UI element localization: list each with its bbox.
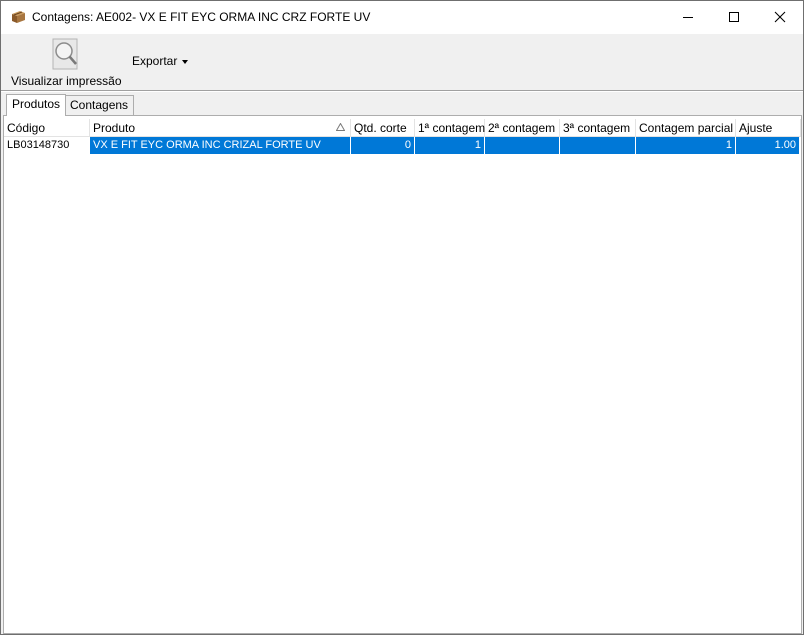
column-header-ajuste[interactable]: Ajuste (736, 119, 801, 137)
cell-contagem-1[interactable]: 1 (415, 137, 485, 154)
sort-ascending-icon (336, 123, 345, 131)
maximize-icon (729, 12, 739, 22)
column-header-contagem-1[interactable]: 1ª contagem (415, 119, 485, 137)
column-header-contagem-parcial[interactable]: Contagem parcial (636, 119, 736, 137)
toolbar-divider-highlight (1, 91, 803, 92)
print-preview-button[interactable]: Visualizar impressão (11, 37, 122, 89)
column-header-contagem-3[interactable]: 3ª contagem (560, 119, 636, 137)
cell-codigo[interactable]: LB03148730 (4, 137, 90, 154)
cell-contagem-3[interactable] (560, 137, 636, 154)
minimize-icon (683, 17, 693, 18)
export-dropdown[interactable]: Exportar (132, 54, 189, 70)
column-header-qtd-corte[interactable]: Qtd. corte (351, 119, 415, 137)
cell-contagem-2[interactable] (485, 137, 560, 154)
table-row[interactable]: LB03148730 VX E FIT EYC ORMA INC CRIZAL … (4, 137, 801, 154)
maximize-button[interactable] (711, 1, 757, 33)
tab-contagens[interactable]: Contagens (64, 95, 135, 115)
products-grid[interactable]: Código Produto Qtd. corte 1ª contagem 2ª… (3, 115, 802, 634)
cell-ajuste[interactable]: 1.00 (736, 137, 800, 154)
window: Contagens: AE002- VX E FIT EYC ORMA INC … (0, 0, 804, 635)
close-button[interactable] (757, 1, 803, 33)
print-preview-label: Visualizar impressão (11, 74, 122, 88)
column-header-produto[interactable]: Produto (90, 119, 351, 137)
magnifier-icon (52, 38, 78, 70)
cell-contagem-parcial[interactable]: 1 (636, 137, 736, 154)
export-label: Exportar (132, 54, 178, 68)
minimize-button[interactable] (665, 1, 711, 33)
tab-produtos[interactable]: Produtos (6, 94, 67, 116)
title-bar[interactable]: Contagens: AE002- VX E FIT EYC ORMA INC … (1, 1, 803, 34)
caret-down-icon (182, 59, 189, 64)
column-header-codigo[interactable]: Código (4, 119, 90, 137)
cell-qtd-corte[interactable]: 0 (351, 137, 415, 154)
package-icon (12, 11, 25, 23)
cell-produto[interactable]: VX E FIT EYC ORMA INC CRIZAL FORTE UV (90, 137, 351, 154)
toolbar: Visualizar impressão Exportar (1, 34, 803, 90)
column-header-contagem-2[interactable]: 2ª contagem (485, 119, 560, 137)
window-title: Contagens: AE002- VX E FIT EYC ORMA INC … (32, 10, 371, 24)
close-icon (774, 11, 786, 23)
grid-header: Código Produto Qtd. corte 1ª contagem 2ª… (4, 119, 801, 137)
